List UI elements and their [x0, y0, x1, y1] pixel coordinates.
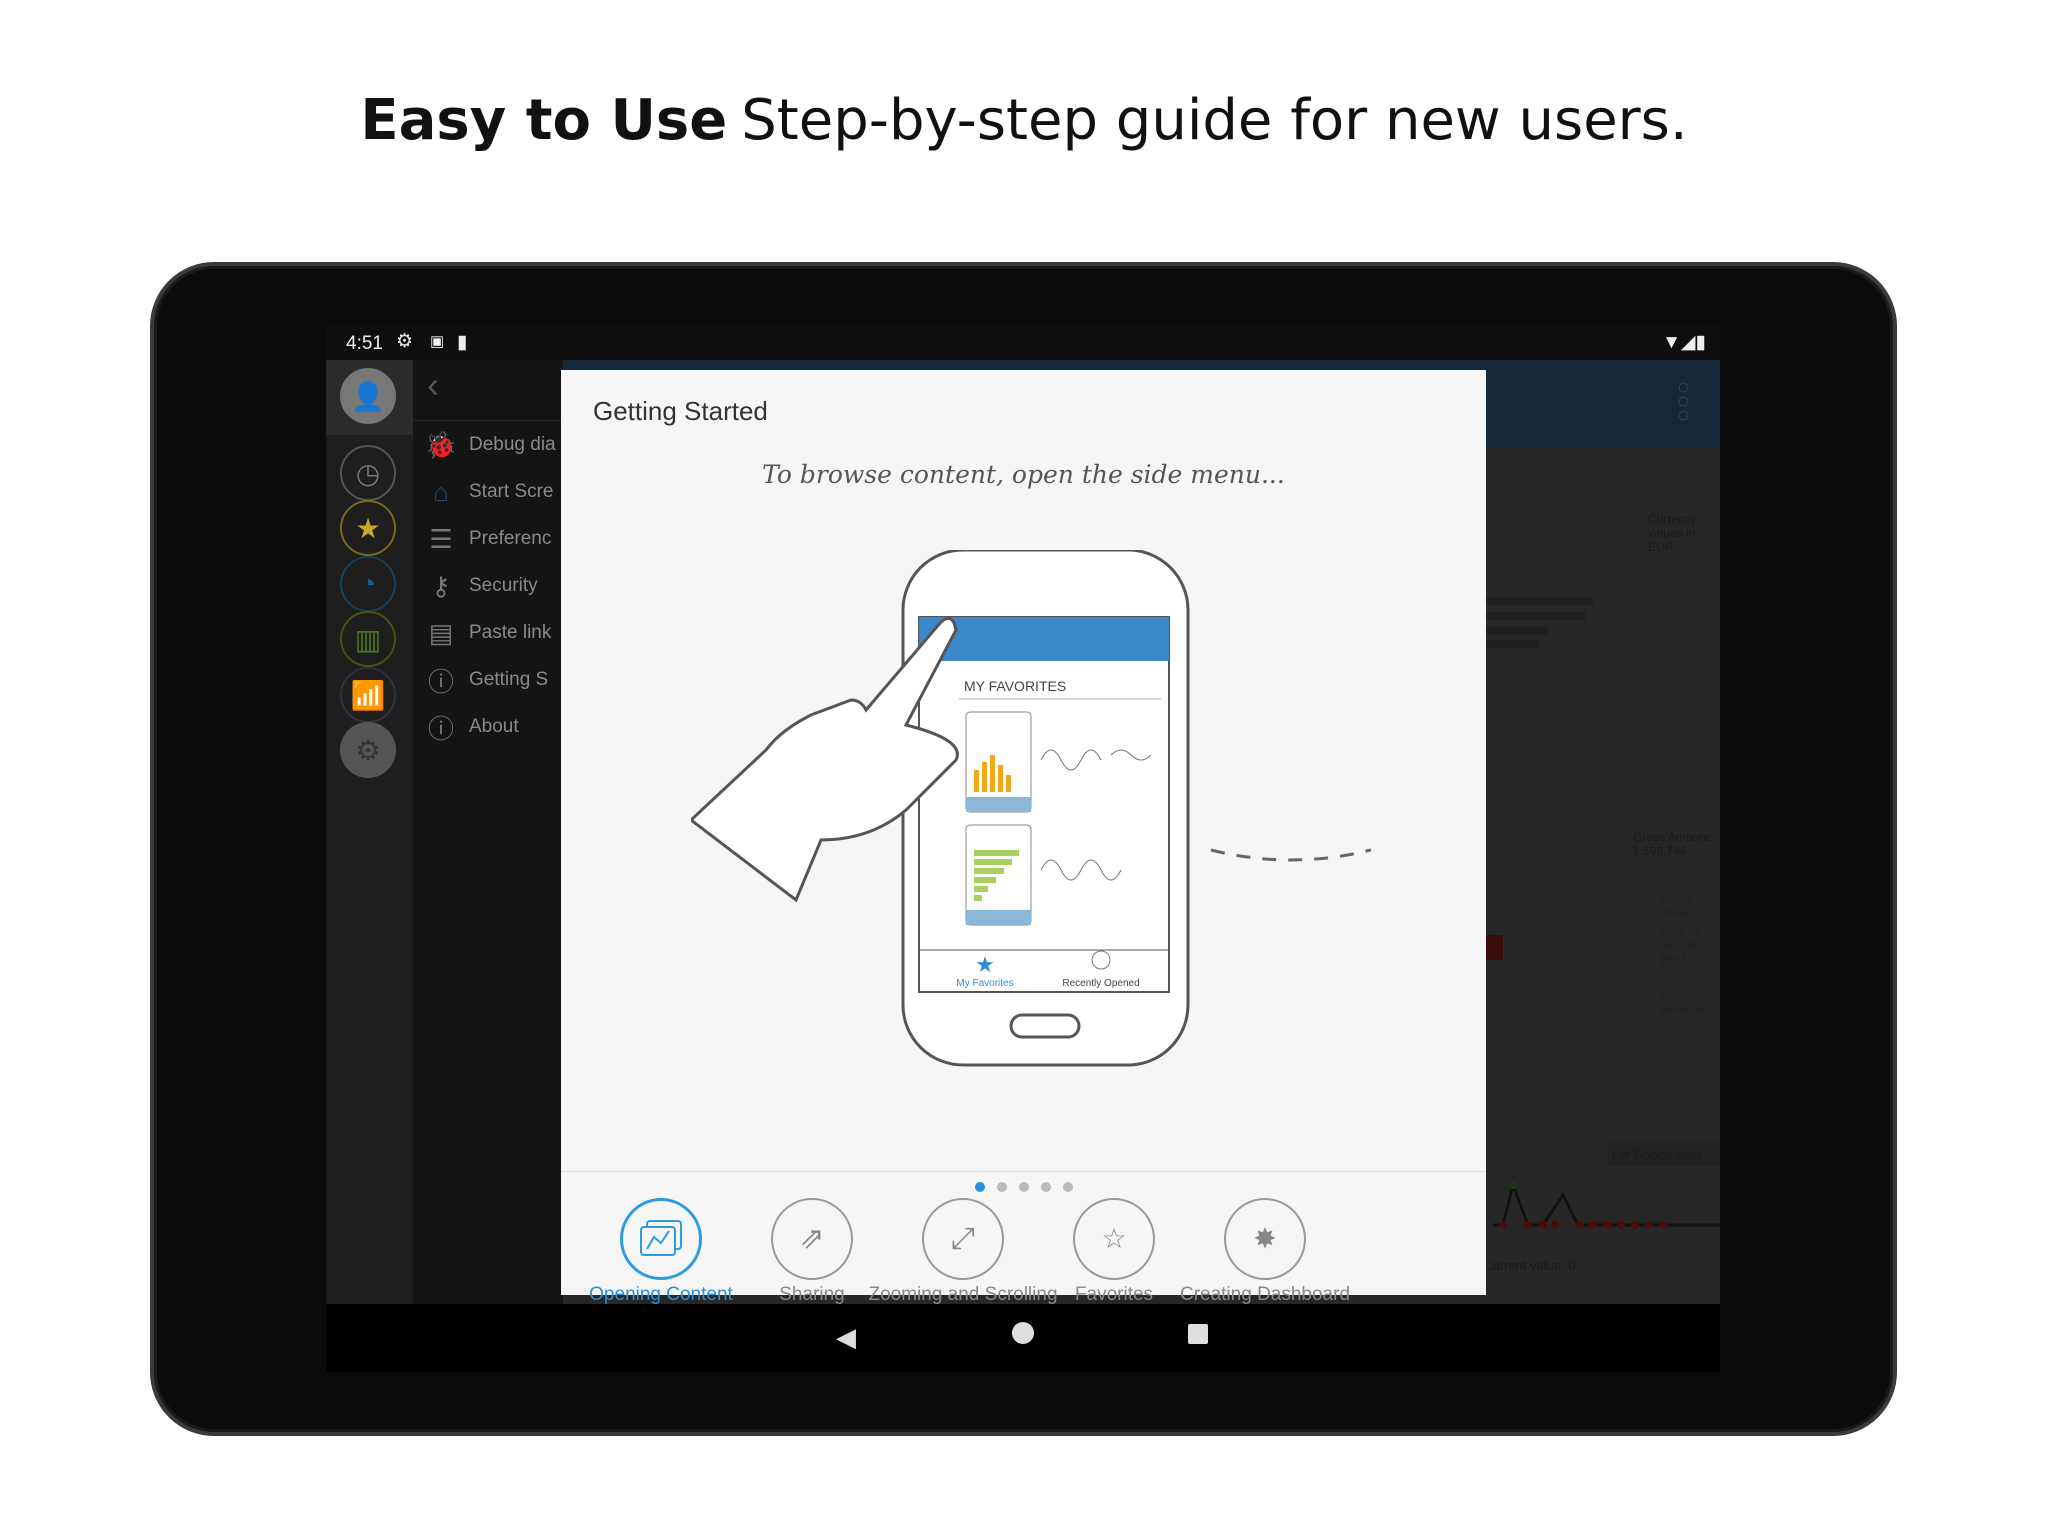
offline-button[interactable]: 📶 — [340, 667, 396, 723]
phone-section-label: MY FAVORITES — [964, 678, 1066, 694]
legend-item: Gross Amount — [1661, 892, 1703, 920]
tab-label: Favorites — [1074, 1284, 1154, 1305]
legend-item: Discounts — [1661, 956, 1714, 970]
menu-item-debug[interactable]: 🐞 Debug dia — [413, 420, 563, 470]
tutorial-illustration: MY FAVORITES ★ My Favorites Recently Ope… — [691, 550, 1371, 1067]
home-icon: ⌂ — [433, 476, 449, 507]
getting-started-dialog: Getting Started To browse content, open … — [561, 370, 1486, 1305]
favorites-button[interactable]: ★ — [340, 500, 396, 556]
currency-note: Currency values in EUR — [1648, 512, 1697, 554]
star-icon: ★ — [355, 512, 381, 544]
bug-icon: 🐞 — [424, 429, 458, 460]
sparkline — [1493, 1180, 1720, 1229]
dialog-title: Getting Started — [593, 396, 768, 426]
home-nav-icon[interactable] — [1012, 1322, 1034, 1344]
swipe-path — [1210, 848, 1371, 862]
tab-creating-dashboard[interactable]: ✸ Creating Dashboard — [1165, 1198, 1365, 1306]
menu-label: Security — [469, 575, 538, 596]
a-status-icon: ▣ — [430, 333, 445, 350]
gear-icon: ⚙ — [355, 734, 381, 766]
clipboard-icon: ▤ — [428, 617, 454, 648]
list-icon: ☰ — [429, 523, 453, 554]
zoom-icon: ⤢ — [922, 1198, 1004, 1280]
current-value: Current value: 0 — [1483, 1258, 1576, 1273]
key-icon: ⚷ — [431, 570, 451, 601]
phone-star-icon: ★ — [975, 952, 995, 977]
wifi-signal-battery-icons: ▼◢▮ — [1662, 332, 1706, 353]
gross-amount: Gross Amount: 1,598,746 — [1633, 830, 1713, 858]
menu-label: Paste link — [469, 622, 552, 643]
phone-tab-favorites: My Favorites — [956, 978, 1013, 989]
divider — [561, 1171, 1486, 1172]
side-menu: ‹ 🐞 Debug dia ⌂ Start Scre ☰ Preferenc ⚷ Sec… — [413, 360, 563, 1304]
bar-chart-icon: ▥ — [354, 623, 382, 655]
sd-card-icon: ▮ — [457, 332, 468, 353]
help-icon: ⓘ — [427, 666, 454, 697]
headline-text: Step-by-step guide for new users. — [741, 88, 1688, 153]
menu-item-security[interactable]: ⚷ Security — [413, 561, 563, 611]
tab-label: Creating Dashboard — [1179, 1284, 1351, 1305]
legend-item: Net Revenue — [1661, 988, 1710, 1016]
info-icon: ⓘ — [427, 713, 454, 744]
gauge-icon: ◔ — [359, 568, 377, 599]
back-nav-icon[interactable]: ◀ — [836, 1322, 856, 1353]
navigation-bar: ◀ — [326, 1304, 1720, 1372]
overflow-menu-icon[interactable]: ○ ○ ○ — [1677, 376, 1690, 426]
headline-bold: Easy to Use — [360, 88, 728, 153]
tab-label: Sharing — [779, 1284, 845, 1305]
reports-button[interactable]: ▥ — [340, 611, 396, 667]
dashboard-button[interactable]: ◔ — [340, 556, 396, 612]
share-icon: ⇗ — [771, 1198, 853, 1280]
back-icon[interactable]: ‹ — [427, 364, 439, 406]
settings-status-icon: ⚙ — [396, 331, 414, 352]
status-bar: 4:51 ⚙ ▣ ▮ ▼◢▮ — [326, 326, 1720, 360]
menu-item-getting-started[interactable]: ⓘ Getting S — [413, 655, 563, 705]
topic-tabs: Opening Content ⇗ Sharing ⤢ Zooming and Sc… — [561, 1188, 1486, 1305]
menu-item-paste-link[interactable]: ▤ Paste link — [413, 608, 563, 658]
menu-item-preferences[interactable]: ☰ Preferenc — [413, 514, 563, 564]
recents-nav-icon[interactable] — [1188, 1324, 1208, 1344]
menu-label: Start Scre — [469, 481, 554, 502]
menu-item-start-screen[interactable]: ⌂ Start Scre — [413, 467, 563, 517]
clock: 4:51 — [346, 333, 383, 354]
phone-tab-recent: Recently Opened — [1062, 978, 1139, 989]
menu-label: Debug dia — [469, 434, 556, 455]
sidebar-rail: 👤 ◷ ★ ◔ ▥ 📶 ⚙ — [326, 360, 413, 1304]
settings-button[interactable]: ⚙ — [340, 722, 396, 778]
device-screen: ○○○ Currency values in EUR h Gross Amoun… — [326, 326, 1720, 1372]
menu-item-about[interactable]: ⓘ About — [413, 702, 563, 752]
legend-swatch — [1483, 935, 1503, 960]
recent-button[interactable]: ◷ — [340, 445, 396, 501]
clock-icon: ◷ — [355, 457, 381, 489]
sparkline-header: t of Goods Sold — [1608, 1143, 1720, 1166]
headline: Easy to Use Step-by-step guide for new us… — [0, 88, 2048, 153]
phone-header — [919, 617, 1169, 661]
wifi-off-icon: 📶 — [350, 679, 386, 711]
menu-label: Preferenc — [469, 528, 552, 549]
dialog-subtitle: To browse content, open the side menu... — [762, 460, 1285, 489]
avatar[interactable]: 👤 — [340, 368, 396, 424]
chart-window-icon — [620, 1198, 702, 1280]
dashboard-new-icon: ✸ — [1224, 1198, 1306, 1280]
menu-label: About — [469, 716, 519, 737]
menu-label: Getting S — [469, 669, 549, 690]
favorites-icon: ☆ — [1073, 1198, 1155, 1280]
